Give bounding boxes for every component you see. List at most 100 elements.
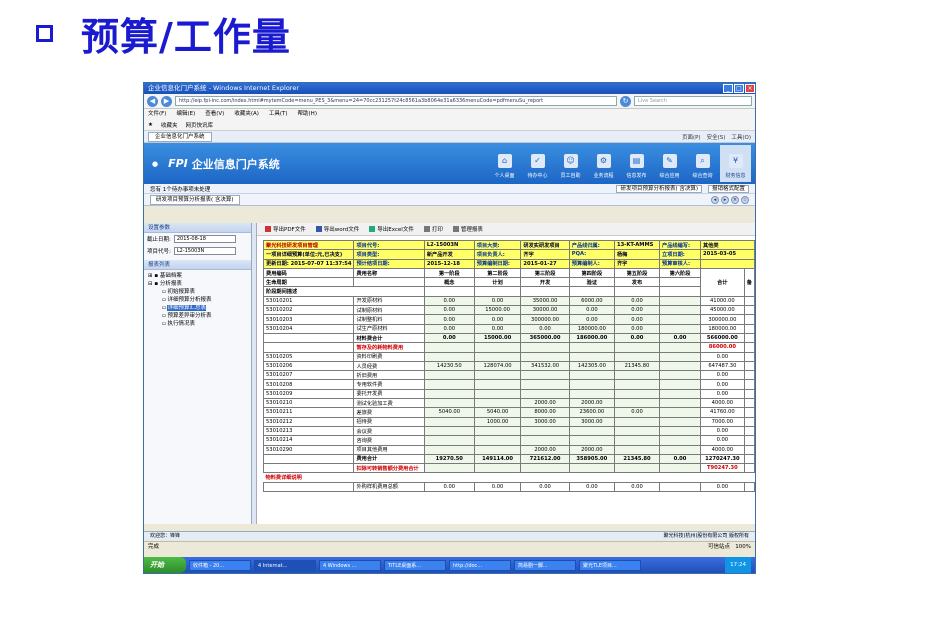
address-row: ◀ ▶ http://eip.fpi-inc.com/index.html#my…	[144, 94, 755, 109]
export-word-button[interactable]: 导出word文件	[315, 225, 359, 233]
report-tree: ⊞ ▪ 基础档案 ⊟ ▪ 分析报表 ▫ 初始报算表 ▫ 详细预算分析报表 ▫ 详…	[144, 270, 251, 330]
minimize-button[interactable]: _	[723, 84, 733, 93]
table-cell	[423, 379, 475, 390]
tree-item-initial[interactable]: ▫ 初始报算表	[148, 288, 247, 296]
search-input[interactable]: Live Search	[634, 96, 752, 106]
section-label: 物料费详细说明	[265, 475, 302, 482]
config-button[interactable]: 报销格式配置	[707, 184, 749, 193]
table-cell	[743, 435, 755, 446]
address-bar[interactable]: http://eip.fpi-inc.com/index.html#mytemC…	[175, 96, 617, 106]
nav-finance[interactable]: ¥ 财务信息	[720, 145, 751, 182]
table-cell: 0.00	[423, 332, 475, 344]
table-cell: 招待费	[353, 416, 425, 427]
tree-item-execution[interactable]: ▫ 执行情况表	[148, 320, 247, 328]
menu-file[interactable]: 文件(F)	[148, 109, 166, 119]
tree-item-basic[interactable]: ⊞ ▪ 基础档案	[148, 272, 247, 280]
table-cell	[568, 425, 615, 437]
browser-tab[interactable]: 企业信息化门户系统	[148, 131, 212, 142]
taskbar-task[interactable]: 聚光TLE项目...	[579, 559, 641, 571]
table-cell: 0.00	[423, 295, 475, 307]
code-input[interactable]	[173, 247, 236, 255]
table-cell: 2000.00	[568, 398, 615, 409]
table-cell: 0.00	[568, 314, 615, 325]
menu-edit[interactable]: 编辑(E)	[176, 109, 195, 119]
nav-info-publish[interactable]: ▤ 信息发布	[621, 145, 652, 182]
table-row: 53010214 咨询费 0.00	[262, 435, 755, 446]
table-cell	[473, 351, 522, 362]
web-slice-button[interactable]: 网页快讯库	[185, 121, 213, 129]
todo-notice[interactable]: 您有 1个待办事项未处理	[150, 185, 210, 193]
table-cell: 358905.00	[568, 453, 615, 465]
taskbar-task[interactable]: 简易剧一脚...	[514, 559, 576, 571]
favorites-star-icon[interactable]: ★	[148, 122, 153, 128]
page-tab-report[interactable]: 研发项目预算分析报表( 含决算)	[150, 194, 240, 205]
taskbar-task[interactable]: http://doc...	[449, 559, 511, 571]
table-cell: 14230.50	[423, 360, 475, 372]
start-button[interactable]: 开始	[144, 557, 186, 573]
table-cell	[659, 435, 701, 446]
table-cell	[659, 370, 701, 381]
back-arrow-icon[interactable]: ◀	[147, 95, 158, 107]
forward-arrow-icon[interactable]: ▶	[161, 95, 172, 107]
nav-personal-desktop[interactable]: ⌂ 个人桌面	[489, 145, 520, 182]
table-cell: 4000.00	[699, 444, 745, 455]
deadline-param: 截止日期:	[144, 233, 251, 245]
browser-tab-row: 企业信息化门户系统 页面(P) 安全(S) 工具(O)	[144, 131, 755, 143]
system-name: 企业信息门户系统	[191, 157, 280, 171]
table-cell	[743, 398, 755, 409]
tools-menu[interactable]: 工具(O)	[731, 133, 751, 141]
tree-item-detail-summary[interactable]: ▫ 详细预算汇总表	[148, 304, 247, 312]
menu-favorites[interactable]: 收藏夹(A)	[234, 109, 259, 119]
page-menu[interactable]: 页面(P)	[682, 133, 701, 141]
prev-icon[interactable]: ◂	[711, 195, 719, 204]
menu-view[interactable]: 查看(V)	[205, 109, 224, 119]
star-icon[interactable]: ☆	[741, 195, 749, 204]
tree-item-analysis[interactable]: ⊟ ▪ 分析报表	[148, 280, 247, 288]
taskbar-task[interactable]: 4 Internat...	[254, 559, 316, 571]
table-cell	[473, 425, 522, 437]
nav-applications[interactable]: ✎ 综合应用	[654, 145, 685, 182]
export-excel-button[interactable]: 导出Excel文件	[369, 225, 414, 233]
portal-collapse-icon[interactable]: ●	[152, 160, 158, 168]
menu-help[interactable]: 帮助(H)	[298, 109, 317, 119]
export-pdf-button[interactable]: 导出PDF文件	[265, 225, 306, 233]
nav-self-service[interactable]: ☺ 员工自助	[555, 145, 586, 182]
nav-todo-center[interactable]: ✓ 待办中心	[522, 145, 553, 182]
zoom-control[interactable]: 100%	[735, 544, 751, 550]
taskbar-task[interactable]: 4 Windows ...	[319, 559, 381, 571]
table-cell	[743, 388, 755, 400]
taskbar-task[interactable]: TiTLE桌面系...	[384, 559, 446, 571]
next-icon[interactable]: ▸	[721, 195, 729, 204]
favorites-button[interactable]: 收藏夹	[161, 121, 178, 129]
stage-desc-cell	[613, 286, 661, 297]
report-tab-link[interactable]: 研发项目预算分析报表( 含决算)	[616, 184, 702, 193]
tree-item-variance[interactable]: ▫ 预算差异审分析表	[148, 312, 247, 320]
taskbar-task[interactable]: 收件箱 - 20...	[189, 559, 251, 571]
params-header: 设置参数	[144, 223, 251, 233]
nav-workflow[interactable]: ⚙ 业务流程	[588, 145, 619, 182]
table-cell	[743, 453, 755, 465]
table-cell	[659, 463, 701, 474]
deadline-input[interactable]	[173, 235, 236, 243]
close-button[interactable]: ×	[745, 84, 755, 93]
copyright-text: 聚光科技(杭州)股份有限公司 版权所有	[663, 533, 750, 539]
table-cell: 0.00	[699, 481, 745, 493]
table-cell	[262, 332, 355, 344]
safety-menu[interactable]: 安全(S)	[707, 133, 726, 141]
window-titlebar: 企业信息化门户系统 - Windows Internet Explorer _ …	[144, 83, 755, 94]
column-header: 费用名称	[353, 267, 425, 279]
menu-tools[interactable]: 工具(T)	[269, 109, 288, 119]
nav-query[interactable]: ⌕ 综合查询	[687, 145, 718, 182]
favorites-bar: ★ 收藏夹 网页快讯库	[144, 119, 755, 131]
report-toolbar: 导出PDF文件 导出word文件 导出Excel文件 打印 管理报表	[257, 223, 755, 236]
manage-report-button[interactable]: 管理报表	[452, 225, 483, 233]
table-cell	[568, 463, 615, 474]
info-cell: 预计结项日期:	[353, 258, 425, 269]
maximize-button[interactable]: □	[734, 84, 744, 93]
refresh-icon[interactable]: ↻	[620, 95, 631, 107]
close-tab-icon[interactable]: ×	[731, 195, 739, 204]
print-button[interactable]: 打印	[423, 225, 443, 233]
table-cell	[520, 342, 570, 353]
table-cell: 开发原材料	[353, 295, 425, 307]
tree-item-detail-analysis[interactable]: ▫ 详细预算分析报表	[148, 296, 247, 304]
